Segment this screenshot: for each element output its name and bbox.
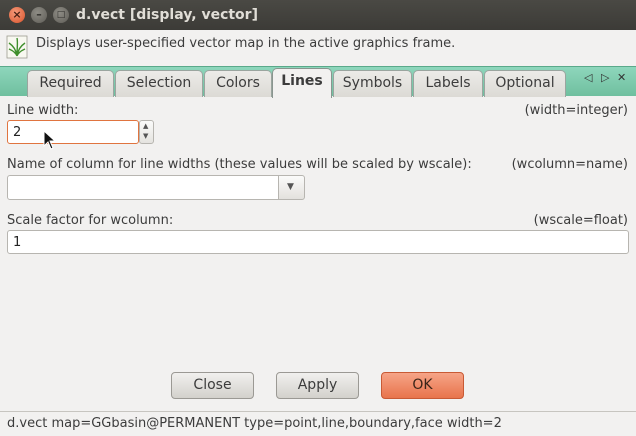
- title-bar: × – □ d.vect [display, vector]: [0, 0, 636, 30]
- wscale-key: (wscale=float): [533, 213, 628, 228]
- tab-required[interactable]: Required: [27, 70, 114, 97]
- command-status-bar: d.vect map=GGbasin@PERMANENT type=point,…: [0, 411, 636, 436]
- maximize-icon: □: [56, 10, 66, 20]
- module-description-row: Displays user-specified vector map in th…: [0, 30, 636, 64]
- tab-symbols[interactable]: Symbols: [333, 70, 412, 97]
- line-width-stepper[interactable]: ▲ ▼: [139, 120, 154, 144]
- wscale-field[interactable]: [7, 230, 629, 254]
- close-button[interactable]: Close: [171, 372, 254, 399]
- wcolumn-dropdown-button[interactable]: ▼: [278, 175, 305, 200]
- tab-labels[interactable]: Labels: [413, 70, 483, 97]
- tab-close-icon[interactable]: ✕: [617, 71, 626, 84]
- wcolumn-combobox[interactable]: [7, 175, 279, 200]
- tab-scroll-left-icon[interactable]: ◁: [584, 71, 592, 84]
- line-width-field[interactable]: [7, 120, 139, 144]
- wscale-input[interactable]: [8, 231, 628, 253]
- window-minimize-button[interactable]: –: [31, 7, 47, 23]
- tab-strip: Required Selection Colors Lines Symbols …: [0, 66, 636, 98]
- line-width-key: (width=integer): [524, 103, 628, 118]
- spin-down-icon[interactable]: ▼: [143, 132, 148, 140]
- wcolumn-input[interactable]: [8, 176, 278, 199]
- grass-logo-icon: [6, 35, 28, 59]
- tab-lines[interactable]: Lines: [272, 68, 332, 98]
- window-close-button[interactable]: ×: [9, 7, 25, 23]
- apply-button[interactable]: Apply: [276, 372, 359, 399]
- module-description: Displays user-specified vector map in th…: [36, 36, 456, 51]
- minimize-icon: –: [36, 8, 42, 21]
- wscale-label: Scale factor for wcolumn:: [7, 213, 174, 228]
- window-title: d.vect [display, vector]: [76, 7, 258, 23]
- wcolumn-label: Name of column for line widths (these va…: [7, 157, 472, 172]
- line-width-label: Line width:: [7, 103, 79, 118]
- wcolumn-key: (wcolumn=name): [511, 157, 628, 172]
- chevron-down-icon: ▼: [287, 182, 294, 192]
- tab-colors[interactable]: Colors: [204, 70, 272, 97]
- command-preview: d.vect map=GGbasin@PERMANENT type=point,…: [7, 416, 502, 431]
- tab-selection[interactable]: Selection: [115, 70, 203, 97]
- tab-optional[interactable]: Optional: [484, 70, 566, 97]
- close-icon: ×: [12, 8, 22, 21]
- line-width-input[interactable]: [8, 121, 138, 143]
- spin-up-icon[interactable]: ▲: [143, 122, 148, 130]
- window-maximize-button[interactable]: □: [53, 7, 69, 23]
- mouse-cursor-icon: [43, 130, 57, 150]
- tab-scroll-right-icon[interactable]: ▷: [601, 71, 609, 84]
- ok-button[interactable]: OK: [381, 372, 464, 399]
